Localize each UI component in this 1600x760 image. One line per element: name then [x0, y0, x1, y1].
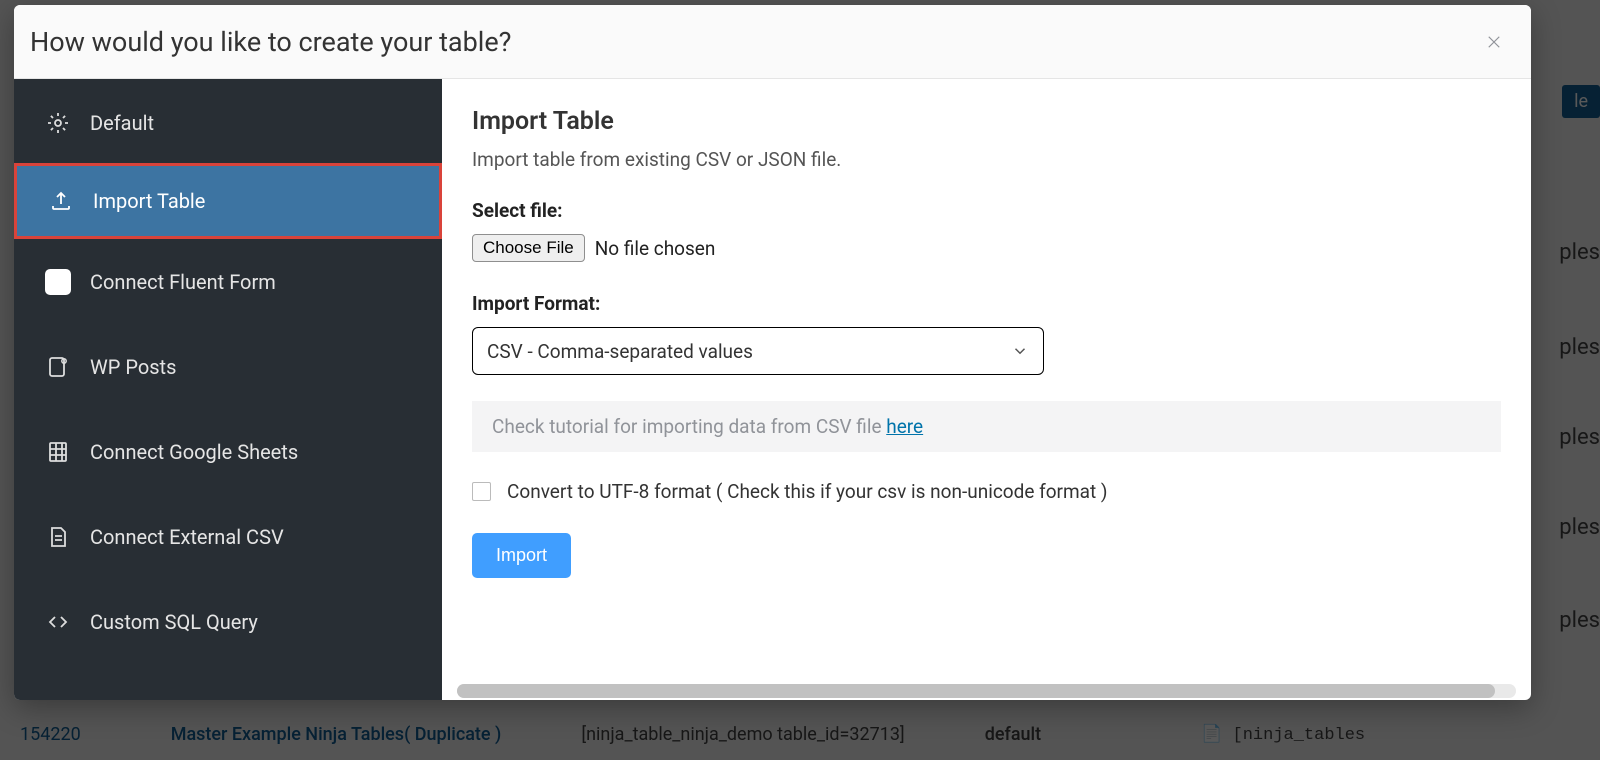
modal-body: Default Import Table Connect Fluent Form…: [14, 79, 1531, 700]
gear-icon: [44, 109, 72, 137]
create-table-modal: How would you like to create your table?…: [14, 5, 1531, 700]
scrollbar-thumb[interactable]: [457, 684, 1495, 698]
sidebar-item-default[interactable]: Default: [14, 83, 442, 163]
format-value: CSV - Comma-separated values: [487, 340, 753, 363]
sidebar-item-label: WP Posts: [90, 355, 176, 379]
sidebar-item-wp-posts[interactable]: WP Posts: [14, 324, 442, 409]
no-file-text: No file chosen: [595, 237, 716, 260]
tutorial-notice: Check tutorial for importing data from C…: [472, 401, 1501, 452]
document-icon: [44, 523, 72, 551]
content-subtitle: Import table from existing CSV or JSON f…: [472, 148, 1501, 171]
utf8-checkbox-row: Convert to UTF-8 format ( Check this if …: [472, 480, 1501, 503]
modal-header: How would you like to create your table?: [14, 5, 1531, 79]
sheets-icon: [44, 438, 72, 466]
sidebar-item-sql-query[interactable]: Custom SQL Query: [14, 579, 442, 664]
sidebar-item-fluent-form[interactable]: Connect Fluent Form: [14, 239, 442, 324]
tutorial-text: Check tutorial for importing data from C…: [492, 415, 886, 438]
close-icon: [1485, 33, 1503, 51]
sidebar-item-label: Connect Fluent Form: [90, 270, 276, 294]
import-format-label: Import Format:: [472, 292, 1501, 315]
utf8-checkbox[interactable]: [472, 482, 491, 501]
sidebar-item-label: Connect External CSV: [90, 525, 284, 549]
horizontal-scrollbar[interactable]: [457, 684, 1516, 698]
tutorial-link[interactable]: here: [886, 415, 923, 438]
sidebar-item-import-table[interactable]: Import Table: [14, 163, 442, 239]
sidebar-item-label: Custom SQL Query: [90, 610, 258, 634]
close-button[interactable]: [1481, 29, 1507, 55]
sidebar-item-label: Connect Google Sheets: [90, 440, 298, 464]
sidebar-item-label: Import Table: [93, 189, 205, 213]
code-icon: [44, 608, 72, 636]
select-file-label: Select file:: [472, 199, 1501, 222]
sidebar-item-external-csv[interactable]: Connect External CSV: [14, 494, 442, 579]
file-input-row: Choose File No file chosen: [472, 234, 1501, 262]
chevron-down-icon: [1011, 342, 1029, 360]
choose-file-button[interactable]: Choose File: [472, 234, 585, 262]
sidebar-item-google-sheets[interactable]: Connect Google Sheets: [14, 409, 442, 494]
utf8-label: Convert to UTF-8 format ( Check this if …: [507, 480, 1108, 503]
import-format-select[interactable]: CSV - Comma-separated values: [472, 327, 1044, 375]
sidebar: Default Import Table Connect Fluent Form…: [14, 79, 442, 700]
content-panel: Import Table Import table from existing …: [442, 79, 1531, 700]
posts-icon: [44, 353, 72, 381]
content-heading: Import Table: [472, 107, 1501, 136]
form-icon: [44, 268, 72, 296]
modal-title: How would you like to create your table?: [30, 26, 511, 58]
upload-icon: [47, 187, 75, 215]
import-button[interactable]: Import: [472, 533, 571, 578]
sidebar-item-label: Default: [90, 111, 154, 135]
